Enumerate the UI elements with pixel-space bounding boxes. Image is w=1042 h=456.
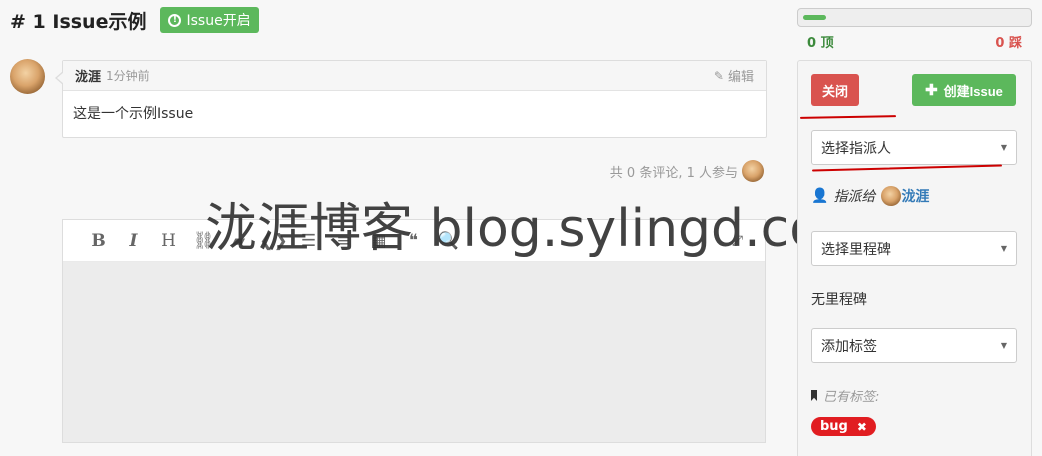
bold-icon[interactable]: B — [81, 231, 116, 251]
image-icon[interactable]: ▰ — [221, 231, 256, 251]
author-avatar[interactable] — [10, 59, 45, 94]
label-name: bug — [820, 419, 848, 434]
issue-state-label: Issue开启 — [186, 13, 251, 29]
comment-editor[interactable]: B I H ⛓ ▰ ❮❯ ☰ ≡ ▦ ❝ 🔍 ⤢ — [62, 219, 766, 443]
editor-toolbar: B I H ⛓ ▰ ❮❯ ☰ ≡ ▦ ❝ 🔍 ⤢ — [63, 220, 765, 262]
assignee-select[interactable]: 选择指派人 ▼ — [811, 130, 1017, 165]
table-icon[interactable]: ▦ — [361, 231, 396, 251]
label-select[interactable]: 添加标签 ▼ — [811, 328, 1017, 363]
close-issue-button[interactable]: 关闭 — [811, 74, 859, 106]
downvote-button[interactable]: 0 踩 — [995, 32, 1022, 51]
assignee-name[interactable]: 泷涯 — [901, 186, 929, 206]
quote-icon[interactable]: ❝ — [396, 231, 431, 251]
participant-avatar[interactable] — [742, 160, 764, 182]
issue-state-badge: ! Issue开启 — [160, 7, 259, 33]
vote-progress-fill — [803, 15, 826, 20]
milestone-select-value: 选择里程碑 — [821, 241, 891, 258]
issue-sidebar: 关闭 ✚ 创建Issue 选择指派人 ▼ 👤 指派给 泷涯 选择里程碑 ▼ 无里… — [797, 60, 1032, 456]
vote-progress-bar — [797, 8, 1032, 27]
annotation-underline — [799, 115, 897, 119]
chevron-down-icon: ▼ — [1000, 143, 1007, 152]
annotation-underline — [812, 164, 1002, 172]
assignee-icon: 👤 — [811, 188, 829, 204]
plus-icon: ✚ — [925, 82, 938, 99]
assignee-avatar — [881, 186, 902, 206]
assignee-info: 👤 指派给 泷涯 — [811, 186, 929, 206]
participants-text: 共 0 条评论, 1 人参与 — [609, 165, 738, 181]
issue-title: # 1 Issue示例 — [10, 10, 147, 33]
list-ul-icon[interactable]: ☰ — [291, 231, 326, 251]
no-milestone-text: 无里程碑 — [811, 292, 867, 308]
remove-label-icon[interactable]: ✖ — [857, 420, 867, 434]
preview-icon[interactable]: 🔍 — [431, 231, 466, 251]
comment-header: 泷涯 1分钟前 ✎ 编辑 — [63, 61, 766, 91]
fullscreen-icon[interactable]: ⤢ — [720, 233, 755, 249]
assignee-select-value: 选择指派人 — [821, 140, 891, 157]
comment-author[interactable]: 泷涯 — [75, 66, 101, 85]
bookmark-icon — [811, 390, 817, 401]
edit-label: 编辑 — [727, 70, 754, 85]
vote-panel: 0 顶 0 踩 — [797, 8, 1032, 51]
labels-title-text: 已有标签: — [823, 390, 880, 405]
create-issue-button[interactable]: ✚ 创建Issue — [912, 74, 1016, 106]
participants-summary: 共 0 条评论, 1 人参与 — [610, 160, 764, 182]
link-icon[interactable]: ⛓ — [186, 231, 221, 251]
label-select-value: 添加标签 — [821, 338, 877, 355]
comment-box: 泷涯 1分钟前 ✎ 编辑 这是一个示例Issue — [55, 60, 767, 138]
heading-icon[interactable]: H — [151, 231, 186, 251]
issue-header: # 1 Issue示例 ! Issue开启 — [10, 6, 259, 34]
labels-title: 已有标签: — [811, 386, 879, 405]
edit-button[interactable]: ✎ 编辑 — [713, 66, 754, 86]
edit-icon: ✎ — [713, 68, 724, 83]
comment-body: 这是一个示例Issue — [73, 106, 194, 122]
code-icon[interactable]: ❮❯ — [256, 231, 291, 251]
create-issue-label: 创建Issue — [943, 83, 1003, 99]
milestone-select[interactable]: 选择里程碑 ▼ — [811, 231, 1017, 266]
list-ol-icon[interactable]: ≡ — [326, 231, 361, 251]
italic-icon[interactable]: I — [116, 231, 151, 251]
label-tag-bug[interactable]: bug ✖ — [811, 417, 876, 436]
comment-time: 1分钟前 — [106, 69, 150, 83]
alert-icon: ! — [168, 13, 182, 27]
upvote-button[interactable]: 0 顶 — [807, 32, 834, 51]
chevron-down-icon: ▼ — [1000, 244, 1007, 253]
chevron-down-icon: ▼ — [1000, 341, 1007, 350]
assigned-to-label: 指派给 — [833, 189, 876, 205]
